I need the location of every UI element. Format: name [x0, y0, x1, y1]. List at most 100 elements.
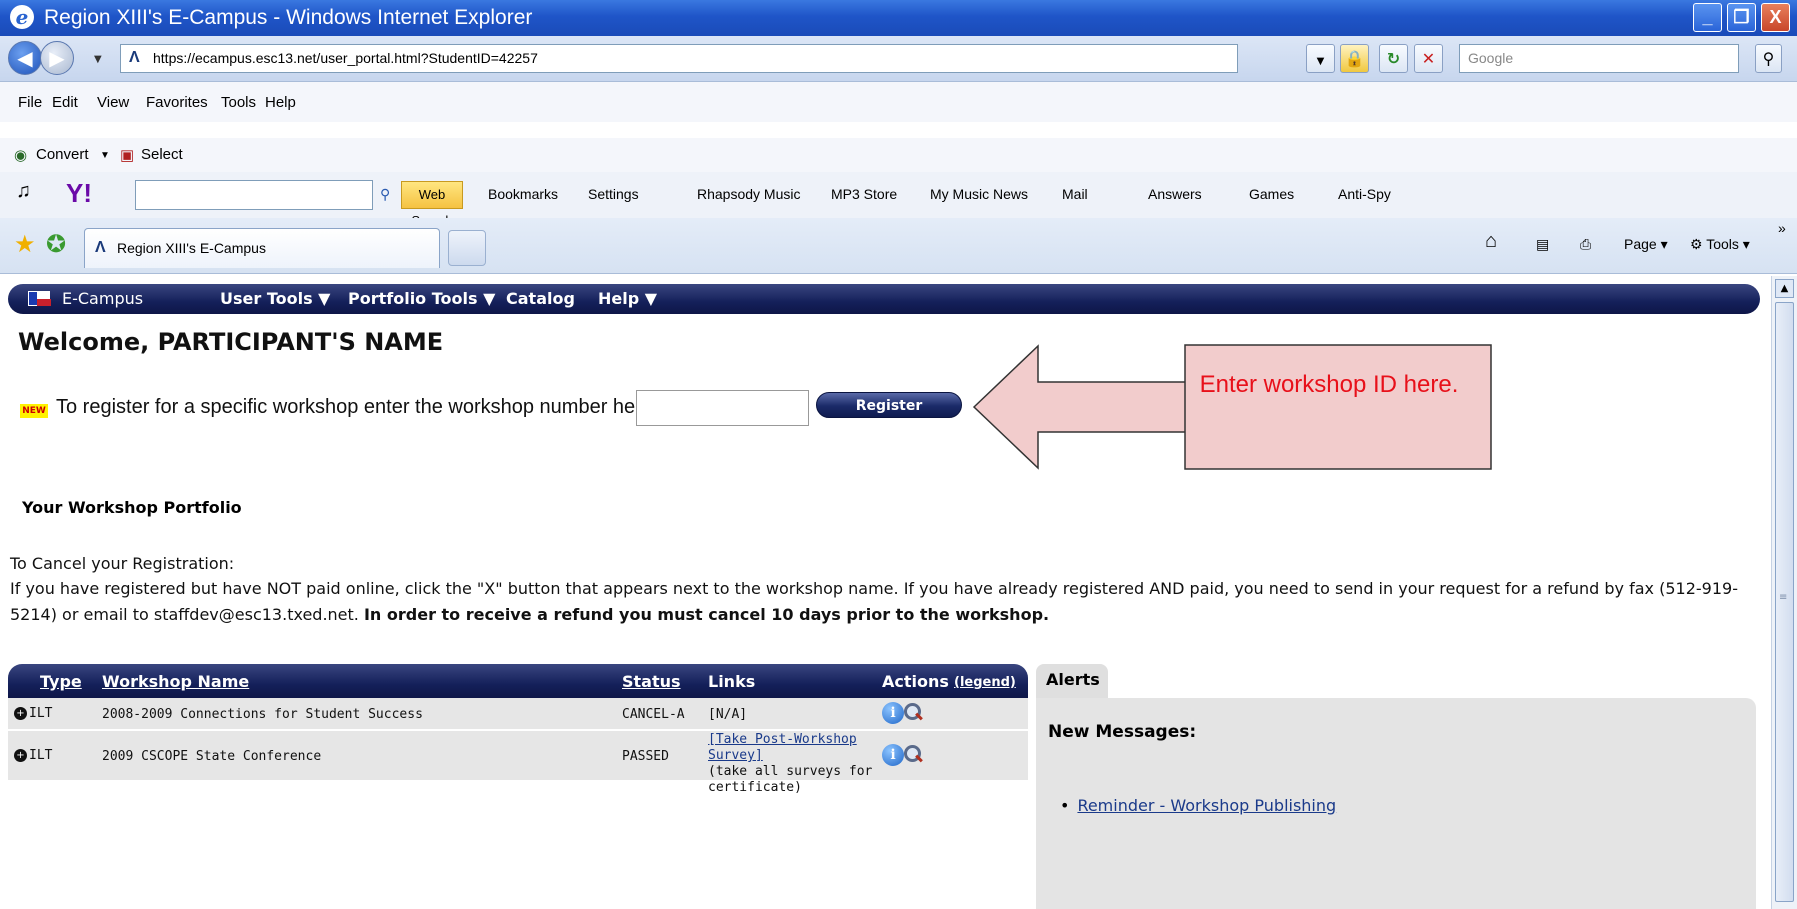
chevron-more-icon[interactable]: » — [1778, 220, 1786, 236]
welcome-heading: Welcome, PARTICIPANT'S NAME — [18, 328, 444, 356]
restore-button[interactable]: ❐ — [1727, 3, 1756, 32]
nav-catalog[interactable]: Catalog — [506, 289, 575, 308]
yahoo-search-input[interactable] — [135, 180, 373, 210]
nav-portfolio-tools[interactable]: Portfolio Tools ▼ — [348, 289, 495, 308]
list-item: • Reminder - Workshop Publishing — [1060, 796, 1337, 815]
alerts-panel: Alerts New Messages: • Reminder - Worksho… — [1036, 664, 1756, 909]
site-favicon-icon: Λ — [129, 49, 140, 66]
menu-favorites[interactable]: Favorites — [146, 94, 208, 111]
page-content: E-Campus User Tools ▼ Portfolio Tools ▼ … — [0, 276, 1771, 909]
table-header: Type Workshop Name Status Links Actions … — [8, 664, 1028, 698]
toolbar-options-icon[interactable]: ♫ — [16, 180, 31, 203]
menu-file[interactable]: File — [18, 94, 42, 111]
menu-help[interactable]: Help — [265, 94, 296, 111]
history-dropdown-icon[interactable]: ▼ — [94, 54, 102, 65]
new-messages-heading: New Messages: — [1048, 722, 1197, 742]
games-button[interactable]: Games — [1249, 186, 1294, 202]
new-badge: NEW — [20, 404, 48, 418]
back-button[interactable]: ◀ — [8, 41, 42, 75]
row-links: [N/A] — [708, 707, 748, 722]
answers-button[interactable]: Answers — [1148, 186, 1202, 202]
menu-tools[interactable]: Tools — [221, 94, 256, 111]
tab-row: ★ ✪ Λ Region XIII's E-Campus ⌂ ▤ ⎙ Page … — [0, 218, 1797, 274]
new-tab-button[interactable] — [448, 230, 486, 266]
col-links: Links — [708, 672, 756, 691]
refresh-button[interactable]: ↻ — [1379, 44, 1408, 73]
select-icon: ▣ — [120, 147, 135, 164]
menu-view[interactable]: View — [97, 94, 129, 111]
nav-user-tools[interactable]: User Tools ▼ — [220, 289, 330, 308]
home-icon[interactable]: ⌂ — [1485, 230, 1497, 253]
menu-edit[interactable]: Edit — [52, 94, 78, 111]
info-icon[interactable]: i — [882, 744, 904, 766]
cancel-deadline: In order to receive a refund you must ca… — [363, 605, 1050, 624]
scroll-up-icon[interactable]: ▲ — [1775, 279, 1794, 298]
cancel-instructions: If you have registered but have NOT paid… — [10, 576, 1755, 628]
app-nav-bar: E-Campus User Tools ▼ Portfolio Tools ▼ … — [8, 284, 1760, 314]
legend-link[interactable]: (legend) — [954, 675, 1016, 690]
row-name: 2008-2009 Connections for Student Succes… — [102, 707, 423, 722]
alerts-body: New Messages: • Reminder - Workshop Publi… — [1036, 698, 1756, 909]
scroll-grip-icon: ≡ — [1779, 592, 1788, 603]
texas-flag-icon — [28, 291, 51, 306]
alerts-tab[interactable]: Alerts — [1036, 664, 1108, 698]
convert-dropdown-icon[interactable]: ▼ — [100, 150, 110, 161]
close-window-button[interactable]: X — [1761, 3, 1790, 32]
magnify-icon[interactable] — [902, 702, 922, 722]
convert-button[interactable]: Convert — [36, 146, 89, 163]
col-status[interactable]: Status — [622, 672, 681, 691]
address-dropdown-button[interactable]: ▼ — [1306, 44, 1335, 73]
stop-button[interactable]: ✕ — [1414, 44, 1443, 73]
lock-icon[interactable]: 🔒 — [1340, 44, 1369, 73]
minimize-button[interactable]: _ — [1693, 3, 1722, 32]
col-actions: Actions — [882, 672, 949, 691]
window-title: Region XIII's E-Campus - Windows Interne… — [44, 6, 533, 29]
tab-ecampus[interactable]: Λ Region XIII's E-Campus — [84, 228, 440, 268]
mp3-store-button[interactable]: MP3 Store — [831, 186, 897, 202]
address-bar[interactable]: Λ https://ecampus.esc13.net/user_portal.… — [120, 44, 1238, 73]
settings-button[interactable]: Settings — [588, 186, 639, 202]
feeds-icon[interactable]: ▤ — [1536, 236, 1549, 253]
magnify-icon[interactable] — [902, 744, 922, 764]
callout-box — [1184, 344, 1492, 470]
ie-logo-icon: e — [10, 5, 34, 29]
forward-button[interactable]: ▶ — [40, 41, 74, 75]
brand-ecampus[interactable]: E-Campus — [62, 289, 143, 308]
search-icon[interactable]: ⚲ — [1755, 44, 1782, 73]
rhapsody-button[interactable]: Rhapsody Music — [697, 186, 801, 202]
bookmarks-button[interactable]: Bookmarks — [488, 186, 558, 202]
survey-link[interactable]: [Take Post-Workshop Survey] — [708, 732, 878, 764]
address-url: https://ecampus.esc13.net/user_portal.ht… — [153, 50, 538, 66]
expand-icon[interactable]: + — [14, 707, 27, 720]
yahoo-search-icon[interactable]: ⚲ — [380, 186, 390, 203]
vertical-scrollbar[interactable]: ▲ ≡ — [1771, 276, 1797, 909]
page-menu-button[interactable]: Page ▾ — [1624, 236, 1668, 253]
col-workshop-name[interactable]: Workshop Name — [102, 672, 249, 691]
workshop-number-input[interactable] — [636, 390, 809, 426]
select-button[interactable]: Select — [141, 146, 183, 163]
row-status: CANCEL-A — [622, 707, 685, 722]
add-favorites-icon[interactable]: ✪ — [46, 230, 66, 259]
favorites-star-icon[interactable]: ★ — [14, 230, 36, 259]
alert-link[interactable]: Reminder - Workshop Publishing — [1077, 796, 1336, 815]
page-menu-label: Page — [1624, 236, 1657, 252]
tools-menu-button[interactable]: ⚙ Tools ▾ — [1690, 236, 1750, 253]
callout-text: Enter workshop ID here. — [1199, 371, 1459, 398]
anti-spy-button[interactable]: Anti-Spy — [1338, 186, 1391, 202]
info-icon[interactable]: i — [882, 702, 904, 724]
yahoo-logo-icon[interactable]: Y! — [66, 178, 92, 209]
tab-favicon-icon: Λ — [95, 239, 106, 256]
window-titlebar: e Region XIII's E-Campus - Windows Inter… — [0, 0, 1797, 36]
tools-menu-label: Tools — [1706, 236, 1739, 252]
register-prompt: To register for a specific workshop ente… — [56, 396, 659, 418]
music-news-button[interactable]: My Music News — [930, 186, 1028, 202]
print-icon[interactable]: ⎙ — [1580, 236, 1591, 253]
register-button[interactable]: Register — [816, 392, 962, 418]
address-toolbar: ◀ ▶ ▼ Λ https://ecampus.esc13.net/user_p… — [0, 36, 1797, 82]
col-type[interactable]: Type — [40, 672, 82, 691]
expand-icon[interactable]: + — [14, 749, 27, 762]
web-search-button[interactable]: Web Search — [401, 181, 463, 228]
mail-button[interactable]: Mail — [1062, 186, 1088, 202]
nav-help[interactable]: Help ▼ — [598, 289, 657, 308]
search-input[interactable]: Google — [1459, 44, 1739, 73]
